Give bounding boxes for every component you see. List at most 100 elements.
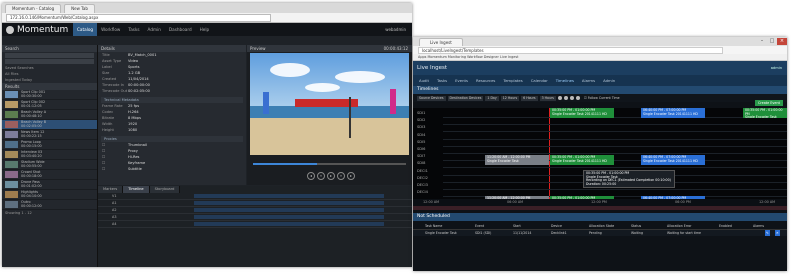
- result-row[interactable]: News Item 12 00:00:22:15: [2, 130, 97, 140]
- url-text[interactable]: 172.16.0.146/Momentum/Web/Catalog.aspx: [6, 13, 271, 22]
- maximize-icon[interactable]: □: [767, 38, 777, 45]
- resource-row-label: SDI5: [417, 139, 426, 144]
- track-clip[interactable]: [194, 215, 384, 219]
- nav-catalog[interactable]: Catalog: [73, 23, 98, 36]
- schedule-event[interactable]: 00:35:00 PM - 01:00:00 PMSingle Encoder …: [550, 108, 614, 118]
- tab-storyboard[interactable]: Storyboard: [149, 186, 181, 193]
- table-header: Task Name Event Start Device Allocation Stat…: [413, 223, 787, 230]
- minimize-icon[interactable]: –: [757, 38, 767, 45]
- time-scrollbar[interactable]: [413, 206, 787, 210]
- result-row[interactable]: Promo Loop 00:00:15:00: [2, 140, 97, 150]
- proxy-check-row[interactable]: ☐ Subtitle: [98, 166, 246, 172]
- result-row[interactable]: Interview 03 00:03:40:20: [2, 150, 97, 160]
- track-clip[interactable]: [194, 201, 384, 205]
- toolbar-button[interactable]: 1 Day: [485, 95, 499, 101]
- checkbox-icon[interactable]: ☐: [102, 166, 128, 172]
- toolbar-button[interactable]: Destination Devices: [447, 95, 484, 101]
- result-thumbnail: [5, 181, 18, 188]
- result-meta: 00:01:12:05: [21, 103, 42, 108]
- timeline-track[interactable]: A3: [98, 214, 412, 221]
- address-bar[interactable]: localhost/LiveIngest/Templates: [413, 46, 787, 54]
- address-bar[interactable]: 172.16.0.146/Momentum/Web/Catalog.aspx: [2, 13, 412, 23]
- delete-icon[interactable]: ✕: [775, 230, 780, 236]
- event-name: Single Encoder Task 20141111 HD: [552, 111, 607, 116]
- result-row[interactable]: Outro 00:00:12:00: [2, 200, 97, 210]
- resource-row-label: SDI6: [417, 147, 426, 151]
- search-filter[interactable]: [5, 59, 94, 64]
- metadata-value[interactable]: 1080: [128, 127, 137, 133]
- result-row[interactable]: Drone Pass 00:01:02:00: [2, 180, 97, 190]
- forward-icon[interactable]: »: [337, 172, 345, 180]
- track-clip[interactable]: [194, 208, 384, 212]
- row-gridline: [443, 167, 787, 169]
- table-row[interactable]: Single Encoder Task SDI1 (SDI) 11/11/2014 D…: [413, 230, 787, 236]
- result-row[interactable]: Sport Clip 002 00:01:12:05: [2, 100, 97, 110]
- rewind-icon[interactable]: «: [317, 172, 325, 180]
- reset-icon[interactable]: [569, 96, 574, 100]
- zoom-out-icon[interactable]: [563, 96, 568, 100]
- nav-admin[interactable]: Admin: [144, 23, 165, 36]
- toolbar-button[interactable]: Source Devices: [417, 95, 446, 101]
- nav-alarms[interactable]: Alarms: [582, 78, 595, 83]
- bookmarks-bar[interactable]: Apps Momentum Monitoring Workflow Design…: [413, 54, 787, 61]
- nav-admin[interactable]: Admin: [603, 78, 615, 83]
- nav-tasks[interactable]: Tasks: [124, 23, 143, 36]
- timeline-track[interactable]: A1: [98, 200, 412, 207]
- resource-row-label: SDI1: [417, 111, 426, 115]
- nav-templates[interactable]: Templates: [503, 78, 522, 83]
- timeline-track[interactable]: A2: [98, 207, 412, 214]
- result-row[interactable]: Highlights 00:04:10:00: [2, 190, 97, 200]
- scrub-bar[interactable]: [253, 163, 406, 165]
- schedule-event[interactable]: 11:20:00 AM - 12:00:00 PMSingle Encoder …: [485, 155, 549, 165]
- follow-current-time-checkbox[interactable]: ☑ Follow Current Time: [582, 96, 622, 101]
- nav-events[interactable]: Events: [455, 78, 468, 83]
- browser-tab[interactable]: Momentum - Catalog: [5, 3, 62, 13]
- tab-timeline[interactable]: Timeline: [123, 186, 150, 193]
- url-text[interactable]: localhost/LiveIngest/Templates: [418, 46, 723, 54]
- tab-markers[interactable]: Markers: [98, 186, 124, 193]
- close-icon[interactable]: ×: [777, 38, 787, 45]
- result-row[interactable]: Beach Volley A 00:00:48:10: [2, 110, 97, 120]
- next-icon[interactable]: ▸: [347, 172, 355, 180]
- table-header-cell: Device: [551, 224, 562, 228]
- schedule-event[interactable]: 06:40:00 PM - 07:00:00 PMSingle Encoder …: [641, 108, 705, 118]
- refresh-icon[interactable]: [575, 96, 580, 100]
- nav-workflow[interactable]: Workflow: [97, 23, 124, 36]
- nav-help[interactable]: Help: [196, 23, 214, 36]
- edit-icon[interactable]: ✎: [765, 230, 770, 236]
- zoom-in-icon[interactable]: [557, 96, 562, 100]
- video-frame[interactable]: [250, 53, 409, 155]
- result-row[interactable]: Sport Clip 001 00:00:30:00: [2, 90, 97, 100]
- nav-timelines[interactable]: Timelines: [556, 78, 574, 83]
- previous-icon[interactable]: ◂: [307, 172, 315, 180]
- result-row[interactable]: Beach Volley B 00:02:05:00: [2, 120, 97, 130]
- result-row[interactable]: Stadium Wide 00:00:55:00: [2, 160, 97, 170]
- play-icon[interactable]: ▸: [327, 172, 335, 180]
- toolbar-button[interactable]: 6 Hours: [521, 95, 538, 101]
- schedule-event[interactable]: 00:35:00 PM - 01:00:00 PMSingle Encoder …: [743, 108, 787, 118]
- result-row[interactable]: Crowd Shot 00:00:18:00: [2, 170, 97, 180]
- axis-tick-label: 12:00 AM: [423, 200, 440, 204]
- search-input[interactable]: [5, 53, 94, 58]
- user-name[interactable]: webadmin: [385, 27, 412, 32]
- create-event-button[interactable]: Create Event: [754, 100, 783, 106]
- nav-audit[interactable]: Audit: [419, 78, 429, 83]
- user-name[interactable]: admin: [771, 66, 787, 70]
- schedule-event[interactable]: 06:40:00 PM - 07:00:00 PMSingle Encoder …: [641, 155, 705, 165]
- toolbar-button[interactable]: 3 Hours: [539, 95, 556, 101]
- metadata-value[interactable]: 00:02:05:00: [128, 88, 150, 94]
- event-name: Single Encoder Task 20141111 HD: [643, 158, 698, 163]
- browser-tab[interactable]: New Tab: [64, 3, 95, 13]
- timeline-track[interactable]: V1: [98, 193, 412, 200]
- schedule-event[interactable]: 00:35:00 PM - 01:00:00 PMSingle Encoder …: [550, 155, 614, 165]
- toolbar-button[interactable]: 12 Hours: [500, 95, 520, 101]
- nav-dashboard[interactable]: Dashboard: [165, 23, 196, 36]
- timeline-track[interactable]: A4: [98, 221, 412, 228]
- nav-tasks[interactable]: Tasks: [437, 78, 447, 83]
- nav-resources[interactable]: Resources: [476, 78, 495, 83]
- nav-calendar[interactable]: Calendar: [531, 78, 548, 83]
- browser-tab[interactable]: Live Ingest: [419, 37, 463, 46]
- track-clip[interactable]: [194, 222, 384, 226]
- track-clip[interactable]: [194, 194, 384, 198]
- table-cell: Decklink1: [551, 231, 567, 235]
